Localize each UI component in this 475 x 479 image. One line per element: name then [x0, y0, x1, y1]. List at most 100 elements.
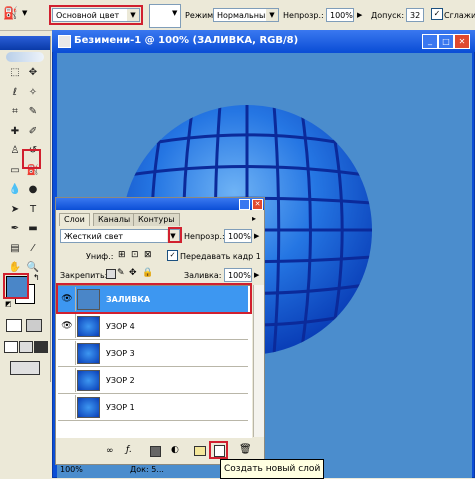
fill-input[interactable]: 100%	[224, 268, 252, 282]
layer-row-pattern-2[interactable]: УЗОР 2	[58, 367, 248, 394]
tolerance-input[interactable]: 32	[406, 8, 424, 22]
type-icon[interactable]: T	[26, 203, 40, 217]
photoshop-feather-icon	[6, 52, 44, 62]
layer-row-pattern-4[interactable]: 👁 УЗОР 4	[58, 313, 248, 340]
toolbox-titlebar	[0, 36, 50, 50]
unify-style-icon[interactable]: ⊠	[144, 250, 152, 260]
move-icon[interactable]: ✥	[26, 66, 40, 80]
tab-paths[interactable]: Контуры	[133, 213, 180, 226]
trash-icon[interactable]: 🗑	[239, 444, 252, 455]
eyedropper-icon[interactable]: ⁄	[26, 242, 40, 256]
layer-name: УЗОР 2	[106, 376, 135, 385]
document-icon	[58, 35, 71, 48]
lasso-icon[interactable]: ℓ	[8, 86, 22, 100]
opacity-label: Непрозр.:	[283, 11, 324, 20]
layer-thumbnail	[77, 316, 100, 337]
unify-visibility-icon[interactable]: ⊡	[131, 250, 139, 260]
paint-bucket-preset-icon[interactable]: ⛽	[3, 6, 18, 20]
mode-label: Режим:	[185, 11, 216, 20]
quickmask-mode-icon[interactable]	[26, 319, 42, 332]
options-bar: ⛽ ▼ Основной цвет ▼ ▼ Режим: Нормальный ▼ …	[0, 0, 475, 31]
lock-all-icon[interactable]: 🔒	[142, 268, 153, 278]
antialias-checkbox[interactable]: ✓	[431, 8, 443, 20]
marquee-icon[interactable]: ⬚	[8, 66, 22, 80]
path-select-icon[interactable]: ➤	[8, 203, 22, 217]
link-layers-icon[interactable]: ∞	[106, 446, 114, 456]
crop-icon[interactable]: ⌗	[8, 105, 22, 119]
imageready-icon[interactable]	[10, 361, 40, 375]
screen-mode-standard-icon[interactable]	[4, 341, 18, 353]
blur-icon[interactable]: 💧	[8, 183, 22, 197]
layer-row-pattern-3[interactable]: УЗОР 3	[58, 340, 248, 367]
layer-opacity-input[interactable]: 100%	[224, 229, 252, 243]
mode-select[interactable]: Нормальный ▼	[213, 8, 279, 22]
close-button[interactable]: ✕	[454, 34, 470, 49]
blend-mode-highlight	[168, 227, 182, 243]
layer-thumbnail	[77, 370, 100, 391]
healing-icon[interactable]: ✚	[8, 125, 22, 139]
layer-thumbnail	[77, 343, 100, 364]
notes-icon[interactable]: ▤	[8, 242, 22, 256]
tab-layers[interactable]: Слои	[59, 213, 90, 226]
layers-panel-titlebar	[56, 198, 264, 210]
panel-minimize-button[interactable]	[239, 199, 250, 210]
layer-row-pattern-1[interactable]: УЗОР 1	[58, 394, 248, 421]
fill-arrow-icon[interactable]: ▶	[254, 271, 259, 279]
layers-panel: ✕ Слои Каналы Контуры ▸ Жесткий свет ▼ Не…	[55, 197, 265, 465]
layer-name: УЗОР 1	[106, 403, 135, 412]
layer-thumbnail	[77, 397, 100, 418]
panel-close-button[interactable]: ✕	[252, 199, 263, 210]
blend-mode-select[interactable]: Жесткий свет ▼	[60, 229, 180, 243]
opacity-arrow-icon[interactable]: ▶	[357, 11, 362, 19]
propagate-checkbox[interactable]: ✓	[167, 250, 178, 261]
eraser-icon[interactable]: ▭	[8, 164, 22, 178]
stamp-icon[interactable]: ♙	[8, 144, 22, 158]
antialias-label: Сглажи	[444, 11, 475, 20]
lock-position-icon[interactable]: ✥	[129, 268, 137, 278]
layer-mask-icon[interactable]	[150, 446, 161, 457]
new-group-icon[interactable]	[194, 446, 206, 456]
brush-icon[interactable]: ✐	[26, 125, 40, 139]
default-colors-icon[interactable]: ◩	[5, 300, 12, 308]
quickmask-standard-icon[interactable]	[6, 319, 22, 332]
preset-dropdown-arrow[interactable]: ▼	[22, 9, 27, 17]
propagate-label: Передавать кадр 1	[180, 252, 261, 261]
swap-colors-icon[interactable]: ↰	[33, 273, 40, 282]
screen-mode-full-icon[interactable]	[34, 341, 48, 353]
unify-label: Униф.:	[86, 252, 114, 261]
layer-name: УЗОР 3	[106, 349, 135, 358]
maximize-button[interactable]: □	[438, 34, 454, 49]
shape-icon[interactable]: ▬	[26, 222, 40, 236]
lock-pixels-icon[interactable]: ✎	[117, 268, 125, 278]
dodge-icon[interactable]: ●	[26, 183, 40, 197]
zoom-status[interactable]: 100%	[60, 465, 83, 474]
fill-source-highlight	[49, 5, 143, 25]
layer-opacity-label: Непрозр.:	[184, 232, 225, 241]
adjustment-layer-icon[interactable]: ◐	[171, 445, 179, 455]
fill-label: Заливка:	[184, 271, 222, 280]
minimize-button[interactable]: _	[422, 34, 438, 49]
opacity-input[interactable]: 100%	[326, 8, 354, 22]
pattern-picker-arrow[interactable]: ▼	[172, 9, 177, 17]
layers-scrollbar[interactable]	[253, 285, 264, 437]
magic-wand-icon[interactable]: ✧	[26, 86, 40, 100]
new-layer-highlight	[209, 441, 228, 459]
unify-position-icon[interactable]: ⊞	[118, 250, 126, 260]
paint-bucket-highlight	[22, 149, 41, 169]
screen-mode-full-menu-icon[interactable]	[19, 341, 33, 353]
slice-icon[interactable]: ✎	[26, 105, 40, 119]
layer-opacity-arrow-icon[interactable]: ▶	[254, 232, 259, 240]
visibility-toggle[interactable]	[59, 368, 76, 392]
visibility-toggle[interactable]	[59, 341, 76, 365]
visibility-eye-icon[interactable]: 👁	[59, 314, 76, 338]
tab-channels[interactable]: Каналы	[93, 213, 136, 226]
lock-label: Закрепить:	[60, 271, 108, 280]
visibility-toggle[interactable]	[59, 395, 76, 419]
lock-transparency-icon[interactable]	[106, 269, 116, 279]
panel-menu-icon[interactable]: ▸	[252, 214, 256, 223]
document-title: Безимени-1 @ 100% (ЗАЛИВКА, RGB/8)	[74, 35, 299, 46]
document-titlebar: Безимени-1 @ 100% (ЗАЛИВКА, RGB/8) _ □ ✕	[52, 30, 475, 52]
layer-style-icon[interactable]: ƒ.	[126, 445, 132, 455]
layer-name: УЗОР 4	[106, 322, 135, 331]
pen-icon[interactable]: ✒	[8, 222, 22, 236]
